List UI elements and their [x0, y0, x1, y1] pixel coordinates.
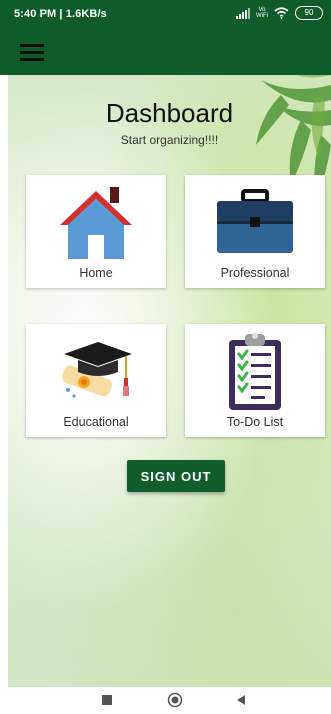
home-card-label: Home [79, 266, 113, 280]
recent-apps-icon[interactable] [101, 694, 113, 706]
home-card[interactable]: Home [26, 175, 166, 288]
back-icon[interactable] [235, 694, 247, 706]
status-bar: 5:40 PM | 1.6KB/s Vo WiFi 90 [0, 0, 331, 28]
app-bar [0, 28, 331, 75]
home-nav-icon[interactable] [167, 692, 183, 708]
hamburger-menu-icon[interactable] [20, 44, 44, 62]
status-icons: Vo WiFi 90 [236, 6, 323, 20]
educational-card-label: Educational [63, 415, 129, 429]
briefcase-icon [217, 189, 293, 253]
page-subtitle: Start organizing!!!! [120, 133, 219, 147]
dashboard-content: Dashboard Start organizing!!!! Home Prof… [8, 75, 331, 687]
educational-card[interactable]: Educational [26, 324, 166, 437]
signal-icon [236, 7, 250, 19]
status-time: 5:40 PM | 1.6KB/s [14, 8, 107, 20]
clipboard-checklist-icon [229, 333, 281, 410]
page-title: Dashboard [105, 98, 234, 128]
sign-out-button[interactable]: SIGN OUT [127, 460, 225, 492]
battery-icon: 90 [295, 6, 323, 20]
todo-list-card[interactable]: To-Do List [185, 324, 325, 437]
professional-card-label: Professional [220, 266, 290, 280]
graduation-cap-icon [62, 342, 132, 398]
vowifi-icon: Vo WiFi [256, 7, 268, 19]
house-icon [60, 187, 132, 259]
vowifi-line-2: WiFi [256, 13, 268, 19]
system-nav-bar [0, 687, 331, 714]
wifi-icon [274, 7, 289, 19]
professional-card[interactable]: Professional [185, 175, 325, 288]
todo-list-card-label: To-Do List [226, 415, 284, 429]
